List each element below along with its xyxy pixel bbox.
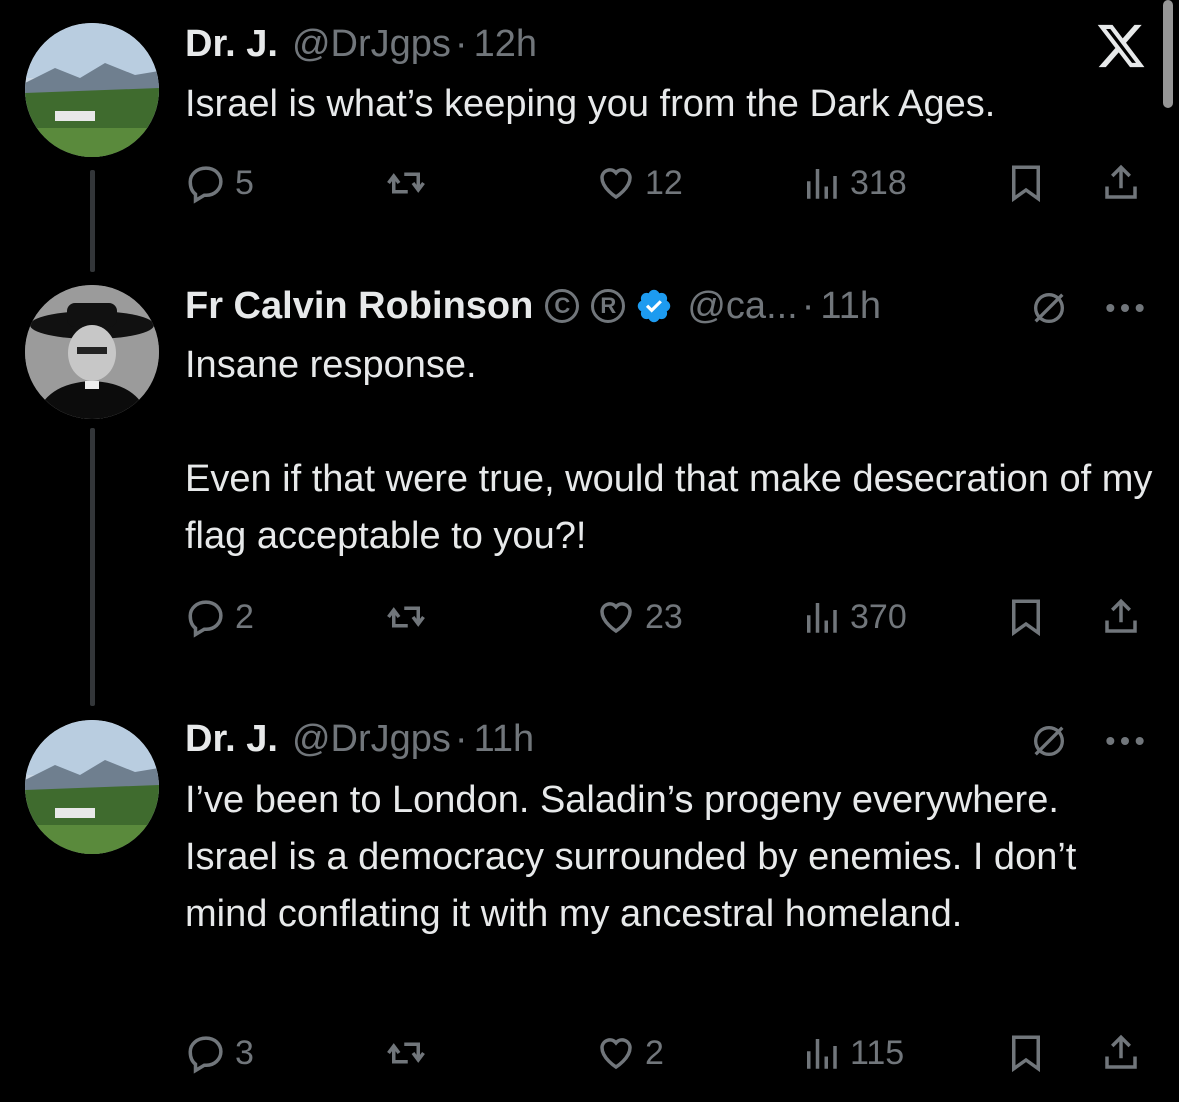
like-button[interactable]: 2 [595,1028,664,1078]
tweet-header: Fr Calvin Robinson C R @ca... · 11h [185,276,881,336]
grok-icon[interactable] [1025,717,1073,765]
tweet-header: Dr. J. @DrJgps · 11h [185,709,534,769]
bookmark-icon [1012,165,1040,203]
bookmark-button[interactable] [1005,1028,1047,1078]
view-count: 115 [850,1033,905,1072]
grok-icon[interactable] [1025,284,1073,332]
avatar[interactable] [25,23,159,157]
retweet-icon [387,606,425,628]
timestamp[interactable]: 12h [474,23,537,66]
tweet[interactable]: Fr Calvin Robinson C R @ca... · 11h Insa… [0,270,1179,670]
views-icon [807,603,837,633]
like-count: 2 [645,1033,664,1072]
action-bar: 5 12 318 [185,158,1155,208]
separator: · [454,717,468,760]
timestamp[interactable]: 11h [820,285,881,328]
author-name[interactable]: Dr. J. [185,718,278,761]
tweet-text: Israel is what’s keeping you from the Da… [185,83,996,125]
author-name[interactable]: Fr Calvin Robinson [185,285,533,328]
views-icon [807,169,837,199]
reply-count: 5 [235,163,254,202]
reply-icon [188,600,223,638]
bookmark-button[interactable] [1005,592,1047,642]
registered-badge: R [591,289,626,323]
retweet-icon [387,172,425,194]
author-handle[interactable]: @DrJgps [292,718,451,761]
author-name[interactable]: Dr. J. [185,23,278,66]
view-count: 370 [850,597,907,636]
share-icon [1105,164,1137,199]
heart-icon [600,168,632,200]
separator: · [454,22,468,65]
bookmark-button[interactable] [1005,158,1047,208]
heart-icon [600,1038,632,1070]
tweet-text: I’ve been to London. Saladin’s progeny e… [185,779,1087,935]
reply-count: 3 [235,1033,254,1072]
views-button[interactable]: 318 [800,158,907,208]
heart-icon [600,602,632,634]
like-button[interactable]: 23 [595,592,683,642]
share-button[interactable] [1100,158,1142,208]
views-icon [807,1039,837,1069]
tweet-text: Insane response. Even if that were true,… [185,344,1153,557]
reply-button[interactable]: 3 [185,1028,254,1078]
share-button[interactable] [1100,1028,1142,1078]
tweet[interactable]: Dr. J. @DrJgps · 11h I’ve been to London… [0,705,1179,1102]
action-bar: 3 2 115 [185,1028,1155,1078]
reply-button[interactable]: 2 [185,592,254,642]
copyright-badge: C [545,289,580,323]
like-count: 23 [645,597,683,636]
tweet[interactable]: Dr. J. @DrJgps · 12h Israel is what’s ke… [0,0,1179,230]
verified-icon [635,287,673,325]
timestamp[interactable]: 11h [474,718,535,761]
reply-button[interactable]: 5 [185,158,254,208]
separator: · [801,284,815,327]
views-button[interactable]: 370 [800,592,907,642]
views-button[interactable]: 115 [800,1028,904,1078]
more-icon[interactable] [1100,717,1150,765]
retweet-icon [387,1042,425,1064]
action-bar: 2 23 370 [185,592,1155,642]
tweet-header: Dr. J. @DrJgps · 12h [185,14,537,74]
bookmark-icon [1012,599,1040,637]
share-button[interactable] [1100,592,1142,642]
reply-icon [188,166,223,204]
bookmark-icon [1012,1035,1040,1073]
retweet-button[interactable] [385,1028,427,1078]
retweet-button[interactable] [385,592,427,642]
more-icon[interactable] [1100,284,1150,332]
view-count: 318 [850,163,907,202]
reply-count: 2 [235,597,254,636]
retweet-button[interactable] [385,158,427,208]
avatar[interactable] [25,285,159,419]
share-icon [1105,598,1137,633]
like-count: 12 [645,163,683,202]
share-icon [1105,1034,1137,1069]
author-handle[interactable]: @DrJgps [292,23,451,66]
avatar[interactable] [25,720,159,854]
like-button[interactable]: 12 [595,158,683,208]
reply-icon [188,1036,223,1074]
author-handle[interactable]: @ca... [687,285,797,328]
